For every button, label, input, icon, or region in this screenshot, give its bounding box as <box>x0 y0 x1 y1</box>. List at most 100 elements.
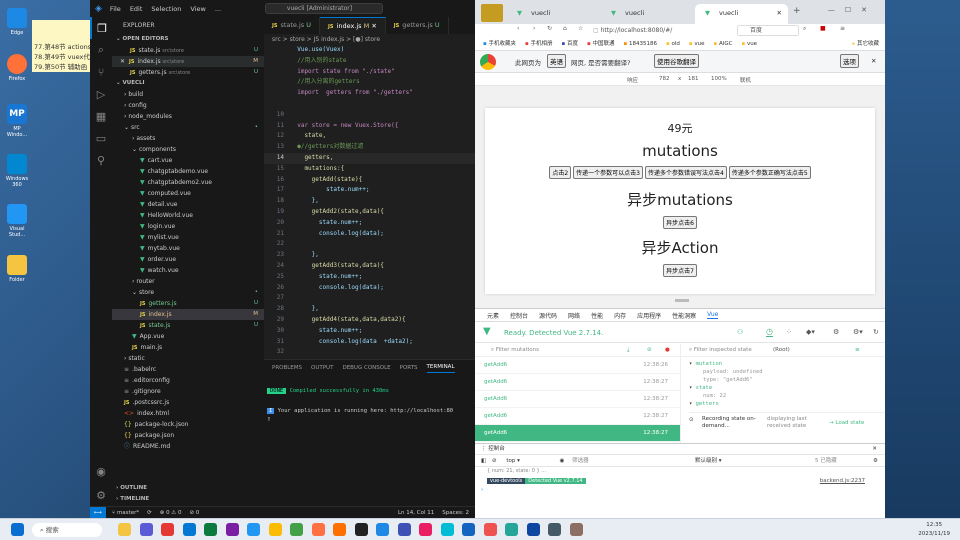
translate-button[interactable]: 使用谷歌翻译 <box>654 54 699 68</box>
tree-item[interactable]: {} package-lock.json <box>112 419 264 430</box>
tab-index-js[interactable]: JS index.js M ✕ <box>320 17 386 34</box>
bookmark-item[interactable]: ▪ vue <box>741 41 757 47</box>
code-line[interactable]: 17 state.num++; <box>264 185 475 196</box>
routing-icon[interactable]: ◆▾ <box>806 328 815 336</box>
tree-item[interactable]: ▼ mytab.vue <box>112 243 264 254</box>
tab-state-js[interactable]: JS state.js U <box>264 17 321 34</box>
code-line[interactable]: 30 state.num++; <box>264 326 475 337</box>
explorer-icon[interactable]: ❐ <box>90 17 112 39</box>
code-line[interactable]: Vue.use(Vuex) <box>264 45 475 56</box>
app-icon[interactable] <box>569 523 583 536</box>
run-debug-icon[interactable]: ▷ <box>90 83 112 105</box>
tree-item[interactable]: {} package.json <box>112 430 264 441</box>
devtools-tab[interactable]: 应用程序 <box>637 311 661 320</box>
tree-item[interactable]: › static <box>112 353 264 364</box>
tree-item[interactable]: <> index.html <box>112 408 264 419</box>
onenote-icon[interactable] <box>225 523 239 536</box>
menu-view[interactable]: View <box>190 5 205 13</box>
console-filter-input[interactable]: 筛选器 <box>572 458 589 464</box>
getters-section[interactable]: ▾ getters <box>689 400 885 408</box>
tree-item[interactable]: ≡ .gitignore <box>112 386 264 397</box>
click3-button[interactable]: 传递一个参数可以点击3 <box>573 166 643 179</box>
desktop-icon-firefox[interactable]: Firefox <box>4 54 30 82</box>
mutation-section[interactable]: ▾ mutation <box>689 360 885 368</box>
close-icon[interactable]: ✕ <box>871 57 876 65</box>
devtools-tab[interactable]: 网络 <box>568 311 580 320</box>
devtools-tab[interactable]: 元素 <box>487 311 499 320</box>
avatar[interactable] <box>481 4 503 22</box>
devtools-tab[interactable]: 源代码 <box>539 311 557 320</box>
close-icon[interactable]: ✕ <box>371 22 376 30</box>
download-icon[interactable]: ⤓ <box>627 344 629 357</box>
state-section[interactable]: ▾ state <box>689 384 885 392</box>
events-icon[interactable]: ⁘ <box>786 328 792 336</box>
record-icon[interactable]: ● <box>665 344 670 357</box>
tree-item[interactable]: › node_modules <box>112 111 264 122</box>
tab-output[interactable]: OUTPUT <box>311 365 333 371</box>
code-line[interactable]: 28 }, <box>264 304 475 315</box>
cursor-position[interactable]: Ln 14, Col 11 <box>398 510 434 516</box>
click5-button[interactable]: 传递多个参数正确写法点击5 <box>728 166 811 179</box>
tree-item[interactable]: JS main.js <box>112 342 264 353</box>
tree-item[interactable]: ▼ login.vue <box>112 221 264 232</box>
tree-item[interactable]: JS getters.js U <box>112 298 264 309</box>
code-line[interactable]: 23 }, <box>264 250 475 261</box>
app-icon[interactable] <box>462 523 475 536</box>
console-prompt[interactable]: › <box>475 487 885 493</box>
bookmark-item[interactable]: ▪ vue <box>689 41 705 47</box>
filter-state-input[interactable]: ⌕ Filter inspected state (Root) ≡ <box>680 344 885 357</box>
gear-icon[interactable]: ⚙ <box>873 455 878 467</box>
account-icon[interactable]: ◉ <box>90 460 112 482</box>
menu-more[interactable]: ... <box>215 5 221 13</box>
browser-tab-active[interactable]: ▼ vuecli ✕ <box>695 4 788 24</box>
zoom-select[interactable]: 100% <box>711 76 727 82</box>
tree-item[interactable]: ≡ .babelrc <box>112 364 264 375</box>
tree-item[interactable]: › config <box>112 100 264 111</box>
app-icon[interactable] <box>526 523 540 536</box>
tree-item[interactable]: › router <box>112 276 264 287</box>
forward-icon[interactable]: › <box>533 25 535 32</box>
start-icon[interactable] <box>11 523 24 536</box>
clear-console-icon[interactable]: ⊘ <box>492 458 497 464</box>
tree-item[interactable]: ▼ cart.vue <box>112 155 264 166</box>
devtools-tab[interactable]: 性能 <box>591 311 603 320</box>
browser-tab[interactable]: ▼ vuecli <box>507 4 600 24</box>
tree-item[interactable]: JS .postcssrc.js <box>112 397 264 408</box>
resize-handle[interactable] <box>675 299 689 302</box>
edge-icon[interactable] <box>182 523 196 536</box>
close-icon[interactable]: ✕ <box>120 58 125 65</box>
sidebar-toggle-icon[interactable]: ◧ <box>481 458 486 464</box>
throttle-select[interactable]: 联机 <box>740 76 751 84</box>
bookmark-item[interactable]: ▪ 手机相册 <box>525 41 553 47</box>
clear-icon[interactable]: ⊘ <box>647 344 652 357</box>
wechat-icon[interactable] <box>290 523 303 536</box>
bookmark-item[interactable]: ▪ 手机收藏夹 <box>483 41 516 47</box>
sync-icon[interactable]: ⟳ <box>147 510 152 516</box>
app-icon[interactable] <box>333 523 346 536</box>
app-icon[interactable] <box>440 523 454 536</box>
address-bar[interactable]: ▢ http://localhost:8080/#/ <box>593 24 733 37</box>
async-click7-button[interactable]: 异步点击7 <box>663 264 697 277</box>
branch-status[interactable]: ⑂ master* <box>112 510 139 516</box>
height-input[interactable]: 181 <box>688 76 699 82</box>
bookmark-star-icon[interactable]: ☆ <box>578 25 583 32</box>
tree-item[interactable]: › build <box>112 89 264 100</box>
qq-icon[interactable] <box>354 523 368 536</box>
mutation-row[interactable]: getAdd6 12:38:27 <box>475 391 680 408</box>
code-line[interactable]: 14 getters, <box>264 152 475 164</box>
mutation-row[interactable]: getAdd6 12:38:26 <box>475 357 680 374</box>
bookmark-item[interactable]: ▸ 其它收藏 <box>852 38 879 50</box>
menu-icon[interactable]: ≡ <box>840 25 845 32</box>
search-icon[interactable]: ⌕ <box>803 25 806 33</box>
close-icon[interactable]: ✕ <box>872 444 877 455</box>
devtools-tab[interactable]: 性能洞察 <box>672 311 696 320</box>
home-icon[interactable]: ⌂ <box>563 25 567 32</box>
menu-selection[interactable]: Selection <box>151 5 181 13</box>
tab-terminal[interactable]: TERMINAL <box>426 364 455 373</box>
desktop-icon-visual-studio[interactable]: Visual Stud... <box>4 204 30 238</box>
menu-edit[interactable]: Edit <box>130 5 143 13</box>
command-center-search[interactable]: vuecli [Administrator] <box>265 3 383 14</box>
desktop-icon-mp[interactable]: MP MP Windo... <box>4 104 30 138</box>
click4-button[interactable]: 传递多个参数错误写法点击4 <box>645 166 727 179</box>
bookmark-item[interactable]: ▪ 中国联通 <box>587 41 615 47</box>
